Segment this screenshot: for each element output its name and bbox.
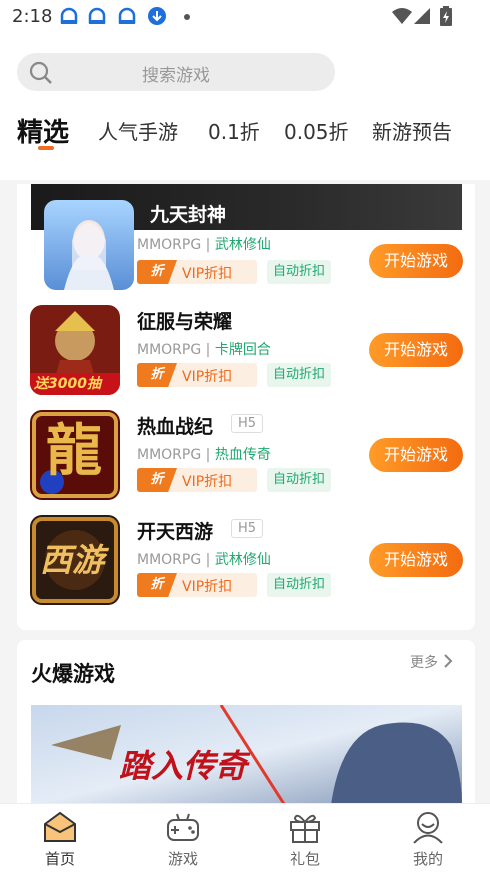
vip-discount-tag: 折 VIP折扣	[137, 468, 257, 492]
gamepad-icon	[167, 813, 199, 841]
battery-icon	[440, 6, 452, 26]
banner-caption: 踏入传奇	[119, 747, 248, 785]
app-notification-icon	[118, 7, 136, 24]
app-notification-icon	[88, 7, 106, 24]
game-category: MMORPG | 卡牌回合	[137, 342, 271, 358]
start-game-button[interactable]: 开始游戏	[369, 333, 463, 367]
section-title: 火爆游戏	[31, 662, 115, 686]
game-thumbnail: 送3000抽	[30, 305, 120, 395]
start-game-button[interactable]: 开始游戏	[369, 244, 463, 278]
tab-popular[interactable]: 人气手游	[98, 116, 178, 145]
discount-badge-icon: 折	[137, 260, 177, 284]
auto-discount-tag: 自动折扣	[267, 363, 331, 387]
bottom-navigation: 首页 游戏 礼包 我的	[0, 803, 490, 872]
more-notifications-dot	[184, 14, 190, 20]
vip-discount-tag: 折 VIP折扣	[137, 260, 257, 284]
app-notification-icon	[60, 7, 78, 24]
game-thumbnail: 西游	[30, 515, 120, 605]
chevron-right-icon	[444, 654, 453, 668]
game-row[interactable]: MMORPG | 武林修仙 折 VIP折扣 自动折扣 开始游戏	[17, 200, 475, 300]
status-time: 2:18	[12, 6, 53, 27]
home-icon	[44, 811, 76, 842]
download-icon	[148, 7, 166, 25]
game-category: MMORPG | 热血传奇	[137, 447, 271, 463]
start-game-button[interactable]: 开始游戏	[369, 543, 463, 577]
game-genre: 热血传奇	[214, 447, 271, 463]
discount-badge-icon: 折	[137, 468, 177, 492]
discount-badge-icon: 折	[137, 363, 177, 387]
game-genre: 武林修仙	[214, 237, 271, 253]
search-bar[interactable]: 搜索游戏	[17, 53, 335, 91]
auto-discount-tag: 自动折扣	[267, 468, 331, 492]
user-icon	[413, 812, 443, 844]
game-genre: 卡牌回合	[214, 342, 271, 358]
discount-badge-icon: 折	[137, 573, 177, 597]
tab-0.1-discount[interactable]: 0.1折	[208, 116, 260, 145]
auto-discount-tag: 自动折扣	[267, 260, 331, 284]
gift-icon	[290, 814, 320, 843]
game-row[interactable]: 西游 开天西游 H5 MMORPG | 武林修仙 折 VIP折扣 自动折扣 开始…	[17, 515, 475, 615]
active-tab-indicator	[38, 146, 54, 150]
start-game-button[interactable]: 开始游戏	[369, 438, 463, 472]
nav-profile[interactable]: 我的	[383, 804, 473, 872]
tab-upcoming[interactable]: 新游预告	[372, 116, 452, 145]
vip-discount-tag: 折 VIP折扣	[137, 363, 257, 387]
game-row[interactable]: 送3000抽 征服与荣耀 MMORPG | 卡牌回合 折 VIP折扣 自动折扣 …	[17, 305, 475, 405]
tab-featured[interactable]: 精选	[17, 112, 69, 149]
game-category: MMORPG | 武林修仙	[137, 237, 271, 253]
game-name: 开天西游	[137, 521, 214, 543]
game-row[interactable]: 龍 热血战纪 H5 MMORPG | 热血传奇 折 VIP折扣 自动折扣 开始游…	[17, 410, 475, 510]
search-placeholder: 搜索游戏	[142, 66, 210, 86]
thumbnail-caption: 送3000抽	[34, 376, 101, 392]
category-tabs: 精选 人气手游 0.1折 0.05折 新游预告	[0, 110, 490, 150]
tab-0.05-discount[interactable]: 0.05折	[284, 116, 349, 145]
wifi-icon	[392, 8, 412, 24]
hot-game-banner[interactable]: 踏入传奇	[31, 705, 462, 805]
vip-discount-tag: 折 VIP折扣	[137, 573, 257, 597]
signal-icon	[414, 8, 430, 24]
h5-badge: H5	[231, 519, 264, 538]
game-name: 征服与荣耀	[137, 311, 233, 333]
game-thumbnail	[44, 200, 134, 290]
game-thumbnail: 龍	[30, 410, 120, 500]
game-category: MMORPG | 武林修仙	[137, 552, 271, 568]
nav-gifts[interactable]: 礼包	[260, 804, 350, 872]
status-bar: 2:18	[0, 0, 490, 34]
game-genre: 武林修仙	[214, 552, 271, 568]
more-link[interactable]: 更多	[410, 652, 454, 672]
thumbnail-caption: 西游	[40, 541, 105, 579]
h5-badge: H5	[231, 414, 264, 433]
auto-discount-tag: 自动折扣	[267, 573, 331, 597]
nav-games[interactable]: 游戏	[138, 804, 228, 872]
thumbnail-caption: 龍	[46, 419, 102, 484]
game-name: 热血战纪	[137, 416, 214, 438]
nav-home[interactable]: 首页	[15, 804, 105, 872]
header: 搜索游戏 精选 人气手游 0.1折 0.05折 新游预告	[0, 34, 490, 180]
